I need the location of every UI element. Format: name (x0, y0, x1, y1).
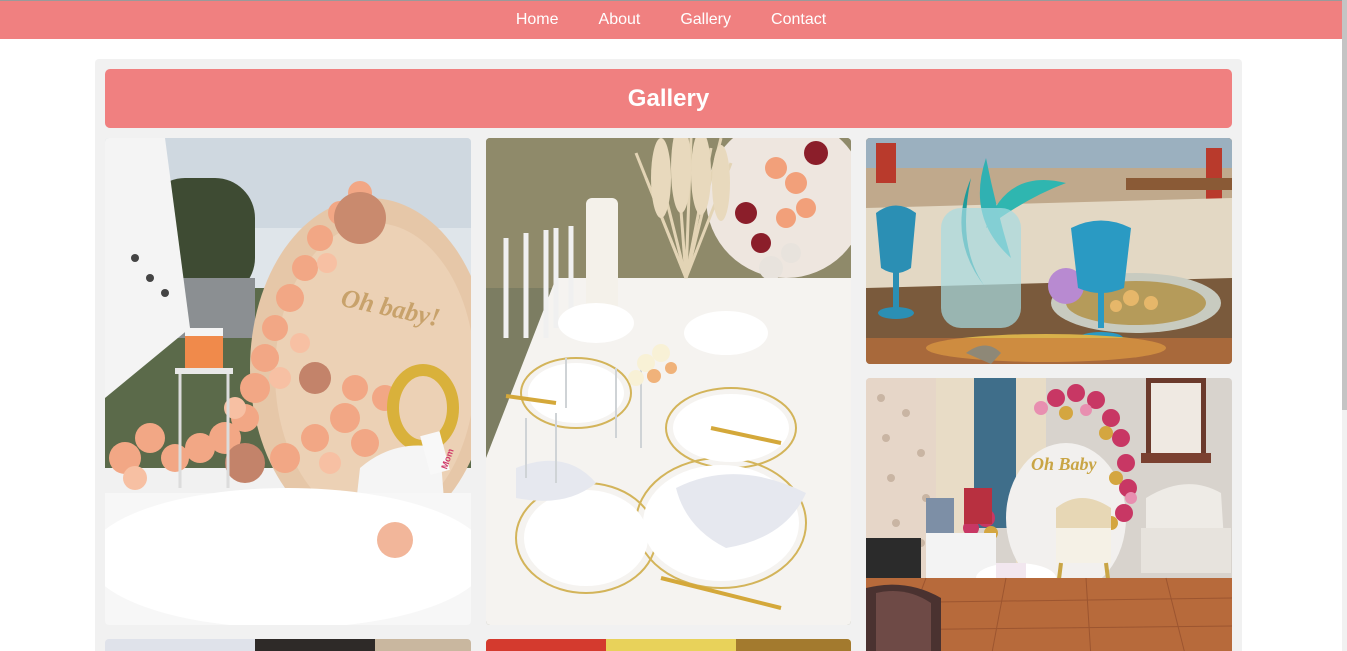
page-title: Gallery (627, 84, 710, 112)
gallery-photo-partial-left[interactable] (105, 639, 471, 651)
nav-about-link[interactable]: About (599, 11, 641, 29)
gallery-title-bar: Gallery (105, 69, 1232, 128)
nav-contact-link[interactable]: Contact (771, 11, 826, 29)
top-navbar: Home About Gallery Contact (0, 0, 1342, 39)
oh-baby-indoor-text: Oh Baby (1031, 454, 1098, 474)
nav-home-link[interactable]: Home (516, 11, 559, 29)
gallery-photo-balloon-arch[interactable]: Oh baby! Mom (105, 138, 471, 625)
nav-gallery-link[interactable]: Gallery (680, 11, 731, 29)
gallery-photo-indoor-decor[interactable]: Oh Baby (866, 378, 1232, 651)
gallery-photo-partial-middle[interactable] (486, 639, 851, 651)
gallery-photo-table-setting[interactable] (486, 138, 851, 625)
scrollbar-thumb[interactable] (1342, 0, 1347, 410)
gallery-photo-blue-glassware[interactable] (866, 138, 1232, 364)
page-scrollbar[interactable] (1342, 0, 1347, 651)
gallery-container: Gallery Oh baby! Mom Oh Baby (95, 59, 1242, 651)
